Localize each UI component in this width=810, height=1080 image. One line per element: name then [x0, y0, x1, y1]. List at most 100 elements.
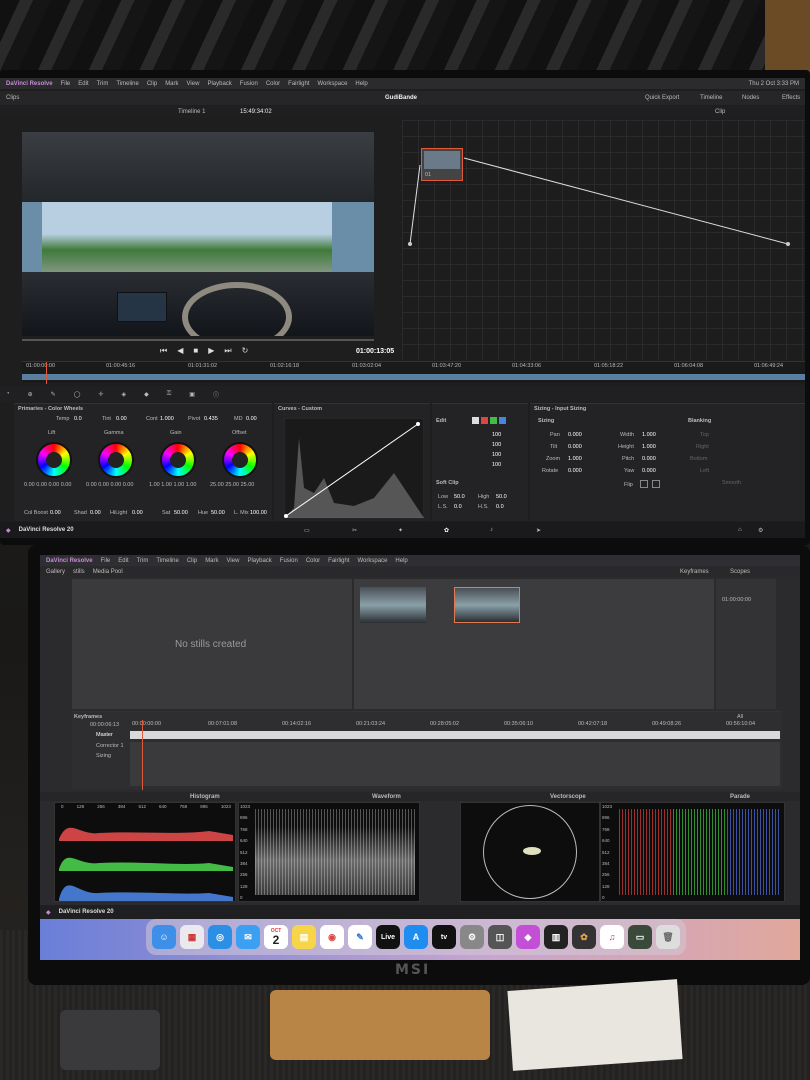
color-warper-icon[interactable]: ⊕ [28, 391, 33, 398]
clip-mode-select[interactable]: Clip [715, 109, 725, 115]
curves-palette-icon[interactable]: ◔ [6, 391, 10, 397]
menu-mark[interactable]: Mark [205, 558, 218, 564]
menu-edit[interactable]: Edit [118, 558, 128, 564]
page-fairlight-icon[interactable]: ♪ [490, 527, 493, 533]
temp-value[interactable]: 0.0 [74, 416, 82, 422]
menu-playback[interactable]: Playback [247, 558, 271, 564]
video-track[interactable] [22, 374, 805, 380]
lift-values[interactable]: 0.00 0.00 0.00 0.00 [24, 482, 71, 488]
menu-help[interactable]: Help [395, 558, 407, 564]
menu-view[interactable]: View [187, 81, 200, 87]
keyframes-filter[interactable]: All [737, 714, 743, 720]
effects-button[interactable]: Effects [782, 95, 800, 101]
window-preview-icon[interactable]: ▭ [628, 925, 652, 949]
stills-button[interactable]: stills [73, 569, 85, 575]
live-app-icon[interactable]: Live [376, 925, 400, 949]
pivot-value[interactable]: 0.435 [204, 416, 218, 422]
menu-timeline[interactable]: Timeline [156, 558, 178, 564]
apple-tv-icon[interactable]: tv [432, 925, 456, 949]
low-value[interactable]: 50.0 [454, 494, 465, 500]
gallery-button[interactable]: Gallery [46, 569, 65, 575]
page-color-icon[interactable]: ✿ [444, 527, 449, 534]
keyframes-button[interactable]: Keyframes [680, 569, 709, 575]
gamma-values[interactable]: 0.00 0.00 0.00 0.00 [86, 482, 133, 488]
timeline-select[interactable]: Timeline 1 [178, 109, 205, 115]
page-cut-icon[interactable]: ✂ [352, 527, 357, 534]
scopes-button[interactable]: Scopes [730, 569, 750, 575]
play-reverse-icon[interactable]: ◀ [177, 346, 183, 356]
menu-trim[interactable]: Trim [137, 558, 149, 564]
menu-fusion[interactable]: Fusion [240, 81, 258, 87]
zoom-value[interactable]: 1.000 [568, 456, 582, 462]
channel-blue-icon[interactable] [499, 417, 506, 424]
launchpad-icon[interactable]: ▦ [180, 925, 204, 949]
offset-wheel[interactable] [222, 442, 258, 478]
menu-view[interactable]: View [227, 558, 240, 564]
nodes-button[interactable]: Nodes [742, 95, 759, 101]
edit-value[interactable]: 100 [492, 442, 501, 448]
master-track-bar[interactable] [130, 731, 780, 739]
flip-horizontal-icon[interactable] [640, 480, 648, 488]
window-icon[interactable]: ◯ [74, 391, 81, 398]
width-value[interactable]: 1.000 [642, 432, 656, 438]
edit-value[interactable]: 100 [492, 452, 501, 458]
mini-timeline[interactable]: 01:00:00:00 01:00:45:16 01:01:31:02 01:0… [22, 361, 805, 384]
clip-thumbnail[interactable] [454, 587, 520, 623]
shortcuts-icon[interactable]: ◆ [516, 925, 540, 949]
sizing-icon[interactable]: ▣ [189, 391, 195, 398]
histogram-select[interactable]: Histogram [190, 794, 220, 800]
channel-green-icon[interactable] [490, 417, 497, 424]
pitch-value[interactable]: 0.000 [642, 456, 656, 462]
timeline-button[interactable]: Timeline [700, 95, 722, 101]
clip-thumbnail[interactable] [360, 587, 426, 623]
curves-graph[interactable] [284, 418, 424, 518]
menu-fairlight[interactable]: Fairlight [328, 558, 349, 564]
screenshot-icon[interactable]: ◫ [488, 925, 512, 949]
menu-file[interactable]: File [61, 81, 71, 87]
track-corrector[interactable]: Corrector 1 [96, 743, 124, 749]
keyframe-lanes[interactable] [130, 742, 780, 786]
tilt-value[interactable]: 0.000 [568, 444, 582, 450]
menu-timeline[interactable]: Timeline [116, 81, 138, 87]
node-area-bottom[interactable]: 01:00:00:00 [716, 579, 776, 709]
ls-value[interactable]: 0.0 [454, 504, 462, 510]
channel-all-icon[interactable] [472, 417, 479, 424]
high-value[interactable]: 50.0 [496, 494, 507, 500]
pan-value[interactable]: 0.000 [568, 432, 582, 438]
menu-edit[interactable]: Edit [78, 81, 88, 87]
menu-fairlight[interactable]: Fairlight [288, 81, 309, 87]
menu-color[interactable]: Color [266, 81, 280, 87]
smooth-checkbox[interactable]: Smooth [722, 480, 741, 486]
qualifier-icon[interactable]: ✎ [51, 391, 56, 398]
gain-wheel[interactable] [160, 442, 196, 478]
media-pool-area[interactable] [354, 579, 714, 709]
track-master[interactable]: Master [96, 732, 113, 738]
page-fusion-icon[interactable]: ✦ [398, 527, 403, 534]
menu-mark[interactable]: Mark [165, 81, 178, 87]
menu-playback[interactable]: Playback [207, 81, 231, 87]
safari-icon[interactable]: ◎ [208, 925, 232, 949]
blur-icon[interactable]: ◆ [144, 391, 149, 398]
page-deliver-icon[interactable]: ➤ [536, 527, 541, 534]
music-icon[interactable]: ♫ [600, 925, 624, 949]
shad-value[interactable]: 0.00 [90, 510, 101, 516]
app-store-icon[interactable]: A [404, 925, 428, 949]
finder-icon[interactable]: ☺ [152, 925, 176, 949]
chrome-icon[interactable]: ◉ [320, 925, 344, 949]
system-settings-icon[interactable]: ⚙ [460, 925, 484, 949]
magic-mask-icon[interactable]: ◈ [121, 391, 126, 398]
hilight-value[interactable]: 0.00 [132, 510, 143, 516]
menubar-app[interactable]: DaVinci Resolve [6, 81, 53, 87]
home-icon[interactable]: ⌂ [738, 527, 742, 533]
keyframe-playhead[interactable] [142, 720, 143, 790]
playhead[interactable] [46, 362, 47, 384]
skip-back-icon[interactable]: ⏮ [160, 346, 167, 356]
sat-value[interactable]: 50.00 [174, 510, 188, 516]
menu-workspace[interactable]: Workspace [358, 558, 388, 564]
parade-select[interactable]: Parade [730, 794, 750, 800]
flip-vertical-icon[interactable] [652, 480, 660, 488]
trash-icon[interactable]: 🗑 [656, 925, 680, 949]
hs-value[interactable]: 0.0 [496, 504, 504, 510]
video-viewer[interactable] [22, 132, 374, 336]
menu-workspace[interactable]: Workspace [318, 81, 348, 87]
